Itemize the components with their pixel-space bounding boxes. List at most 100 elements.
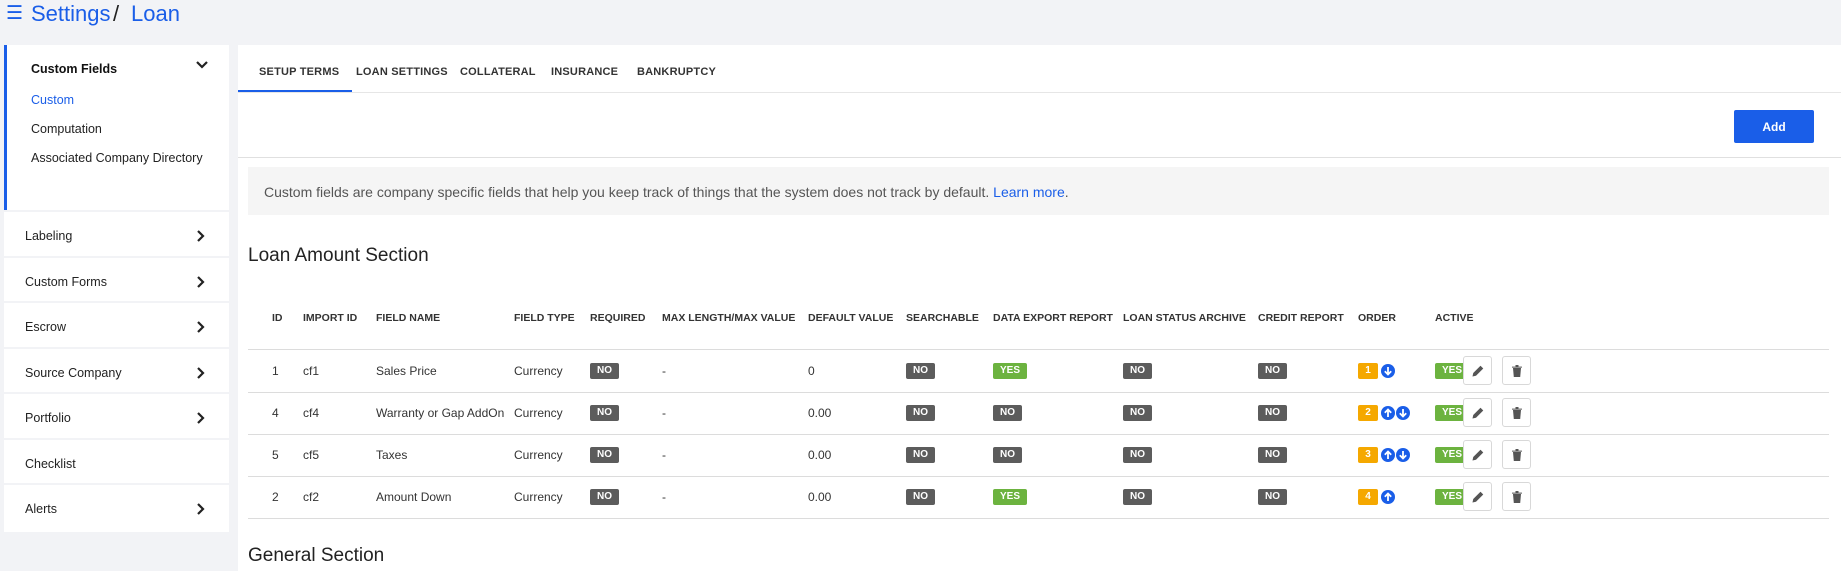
sidebar-subitem-computation[interactable]: Computation [31,122,102,136]
add-button[interactable]: Add [1734,110,1814,143]
column-header-searchable[interactable]: SEARCHABLE [906,312,979,324]
delete-button[interactable] [1502,398,1531,427]
cell-default-value: 0.00 [808,406,832,420]
sidebar-item-label: Source Company [25,366,122,380]
cell-id: 2 [272,490,279,504]
cell-field-type: Currency [514,406,563,420]
sidebar-item-label: Escrow [25,320,66,334]
cell-max-length: - [662,406,666,420]
header-divider [238,157,1841,158]
tab-collateral[interactable]: COLLATERAL [460,66,536,78]
status-badge-data-export-report: YES [993,363,1028,379]
cell-field-name: Sales Price [376,364,437,378]
column-header-credit-report[interactable]: CREDIT REPORT [1258,312,1344,324]
status-badge-data-export-report: NO [993,405,1022,421]
chevron-down-icon[interactable] [195,58,209,72]
cell-field-type: Currency [514,364,563,378]
tab-loan-settings[interactable]: LOAN SETTINGS [356,66,448,78]
move-down-icon[interactable] [1396,448,1410,462]
tab-bar-divider [238,92,1841,93]
column-header-order[interactable]: ORDER [1358,312,1396,324]
edit-button[interactable] [1463,398,1492,427]
move-up-icon[interactable] [1381,448,1395,462]
main-panel: SETUP TERMS LOAN SETTINGS COLLATERAL INS… [238,45,1841,571]
sidebar-item-portfolio[interactable]: Portfolio [4,392,229,441]
sidebar-item-labeling[interactable]: Labeling [4,210,229,259]
move-up-icon[interactable] [1381,490,1395,504]
cell-id: 5 [272,448,279,462]
tab-insurance[interactable]: INSURANCE [551,66,618,78]
sidebar-item-escrow[interactable]: Escrow [4,301,229,350]
column-header-data-export-report[interactable]: DATA EXPORT REPORT [993,312,1113,324]
chevron-right-icon[interactable] [194,229,208,243]
table-row-divider [248,518,1829,519]
sidebar-subitem-associated-company-directory[interactable]: Associated Company Directory [31,151,203,165]
sidebar-item-alerts[interactable]: Alerts [4,483,229,532]
column-header-field-name[interactable]: FIELD NAME [376,312,440,324]
status-badge-credit-report: NO [1258,363,1287,379]
delete-button[interactable] [1502,440,1531,469]
sidebar-subitem-custom[interactable]: Custom [31,93,74,107]
cell-max-length: - [662,364,666,378]
status-badge-required: NO [590,447,619,463]
cell-field-type: Currency [514,490,563,504]
tab-bar: SETUP TERMS LOAN SETTINGS COLLATERAL INS… [238,45,1841,93]
sidebar: Custom Fields Custom Computation Associa… [4,45,229,571]
status-badge-loan-status-archive: NO [1123,405,1152,421]
cell-field-name: Amount Down [376,490,452,504]
column-header-default-value[interactable]: DEFAULT VALUE [808,312,893,324]
status-badge-required: NO [590,489,619,505]
pencil-icon [1472,365,1484,377]
column-header-loan-status-archive[interactable]: LOAN STATUS ARCHIVE [1123,312,1246,324]
delete-button[interactable] [1502,356,1531,385]
cell-import-id: cf4 [303,406,320,420]
cell-id: 1 [272,364,279,378]
table-header-divider [248,349,1829,350]
status-badge-data-export-report: NO [993,447,1022,463]
move-down-icon[interactable] [1381,364,1395,378]
edit-button[interactable] [1463,482,1492,511]
cell-field-name: Warranty or Gap AddOn [376,406,505,420]
hamburger-menu-icon[interactable]: ☰ [6,4,23,24]
info-banner: Custom fields are company specific field… [248,167,1829,215]
sidebar-item-checklist[interactable]: Checklist [4,438,229,487]
tab-setup-terms[interactable]: SETUP TERMS [259,66,339,78]
chevron-right-icon[interactable] [194,366,208,380]
learn-more-link[interactable]: Learn more [993,184,1065,200]
status-badge-required: NO [590,405,619,421]
section-title-loan-amount: Loan Amount Section [248,245,429,266]
edit-button[interactable] [1463,440,1492,469]
move-up-icon[interactable] [1381,406,1395,420]
sidebar-item-source-company[interactable]: Source Company [4,347,229,396]
column-header-required[interactable]: REQUIRED [590,312,645,324]
breadcrumb-loan[interactable]: Loan [131,0,180,28]
breadcrumb-separator: / [113,1,120,26]
chevron-right-icon[interactable] [194,320,208,334]
sidebar-group-title[interactable]: Custom Fields [31,62,117,76]
chevron-right-icon[interactable] [194,275,208,289]
chevron-right-icon[interactable] [194,411,208,425]
info-end: . [1064,184,1069,200]
top-bar: ☰ Settings / Loan [0,0,1841,30]
cell-field-name: Taxes [376,448,408,462]
column-header-id[interactable]: ID [272,312,283,324]
tab-bankruptcy[interactable]: BANKRUPTCY [637,66,716,78]
edit-button[interactable] [1463,356,1492,385]
delete-button[interactable] [1502,482,1531,511]
sidebar-item-label: Checklist [25,457,76,471]
trash-icon [1512,365,1522,377]
sidebar-group-custom-fields: Custom Fields Custom Computation Associa… [4,45,229,210]
column-header-max-length[interactable]: MAX LENGTH/MAX VALUE [662,312,795,324]
breadcrumb-settings[interactable]: Settings [31,0,111,28]
move-down-icon[interactable] [1396,406,1410,420]
column-header-field-type[interactable]: FIELD TYPE [514,312,575,324]
pencil-icon [1472,407,1484,419]
column-header-import-id[interactable]: IMPORT ID [303,312,357,324]
chevron-right-icon[interactable] [194,502,208,516]
sidebar-item-label: Portfolio [25,411,71,425]
trash-icon [1512,407,1522,419]
status-badge-credit-report: NO [1258,447,1287,463]
column-header-active[interactable]: ACTIVE [1435,312,1474,324]
status-badge-data-export-report: YES [993,489,1028,505]
sidebar-item-custom-forms[interactable]: Custom Forms [4,256,229,305]
